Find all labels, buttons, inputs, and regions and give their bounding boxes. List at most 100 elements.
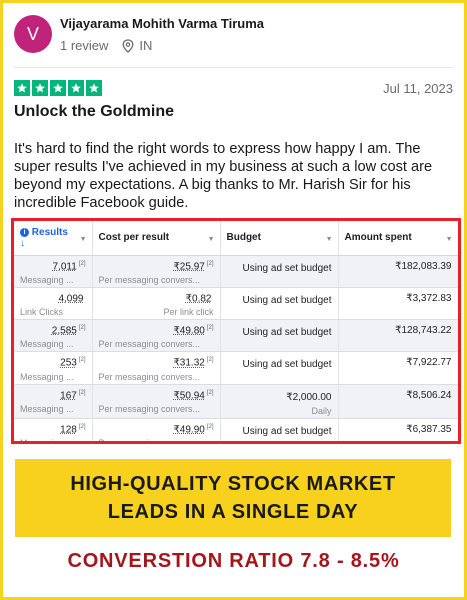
ads-results-table: i Results ↓ ▼ Cost per result ▼ Budget ▼	[14, 221, 458, 444]
location-pin-icon	[122, 38, 134, 53]
star-icon	[32, 80, 48, 96]
sort-down-icon[interactable]: ↓	[20, 238, 25, 249]
amount-spent-cell: ₹128,743.22	[338, 319, 458, 353]
banner-line-2: LEADS IN A SINGLE DAY	[107, 501, 359, 523]
amount-spent-value: ₹6,387.35	[406, 423, 452, 435]
amount-spent-value: ₹182,083.39	[395, 260, 452, 272]
star-icon	[68, 80, 84, 96]
column-header-budget[interactable]: Budget ▼	[220, 221, 339, 256]
results-value[interactable]: 7,011	[53, 261, 77, 272]
results-footnote: [2]	[78, 423, 86, 430]
results-value[interactable]: 128	[60, 424, 77, 435]
table-row[interactable]: 2,585 [2] Messaging ... ₹49.80 [2] Per messag…	[14, 319, 458, 353]
table-row[interactable]: 128 [2] Messaging ... ₹49.90 [2] Per messagin…	[14, 418, 458, 444]
conversion-ratio: CONVERSTION RATIO 7.8 - 8.5%	[67, 550, 400, 572]
chevron-down-icon[interactable]: ▼	[446, 236, 453, 243]
results-type: Messaging ...	[20, 438, 74, 444]
cost-cell: ₹50.94 [2] Per messaging convers...	[92, 384, 221, 419]
amount-spent-cell: ₹8,506.24	[338, 384, 458, 419]
budget-cell: Using ad set budget	[220, 418, 339, 441]
table-row[interactable]: 7,011 [2] Messaging ... ₹25.97 [2] Per messag…	[14, 255, 458, 288]
cost-cell: ₹49.90 [2] Per messaging convers...	[92, 418, 221, 444]
results-type: Messaging ...	[20, 371, 74, 382]
cost-value[interactable]: ₹50.94	[173, 390, 204, 401]
cost-cell: ₹49.80 [2] Per messaging convers...	[92, 319, 221, 353]
chevron-down-icon[interactable]: ▼	[326, 236, 333, 243]
results-type: Link Clicks	[20, 307, 64, 318]
cost-value[interactable]: ₹25.97	[173, 261, 204, 272]
table-row[interactable]: 4,099 Link Clicks ₹0.82 Per link click Using…	[14, 287, 458, 321]
table-header-row: i Results ↓ ▼ Cost per result ▼ Budget ▼	[14, 221, 458, 256]
review-card: V Vijayarama Mohith Varma Tiruma 1 revie…	[0, 0, 467, 600]
budget-value[interactable]: Using ad set budget	[227, 359, 332, 370]
column-header-results[interactable]: i Results ↓ ▼	[14, 221, 93, 256]
budget-cell: ₹2,000.00 Daily	[220, 384, 339, 419]
star-rating	[14, 80, 102, 96]
amount-spent-cell: ₹3,372.83	[338, 287, 458, 321]
reviewer-name[interactable]: Vijayarama Mohith Varma Tiruma	[60, 16, 264, 31]
budget-value[interactable]: ₹2,000.00	[227, 392, 331, 403]
column-label: Budget	[226, 232, 261, 244]
column-label: Cost per result	[98, 232, 170, 244]
cost-cell: ₹31.32 [2] Per messaging convers...	[92, 351, 221, 385]
results-footnote: [2]	[78, 389, 86, 396]
results-cell: 128 [2] Messaging ...	[14, 418, 93, 444]
results-cell: 7,011 [2] Messaging ...	[14, 255, 93, 288]
results-cell: 4,099 Link Clicks	[14, 287, 93, 321]
cost-footnote: [2]	[206, 325, 214, 332]
cost-type: Per link click	[163, 307, 214, 318]
results-cell: 2,585 [2] Messaging ...	[14, 319, 93, 353]
cost-footnote: [2]	[206, 357, 214, 364]
cost-type: Per messaging convers...	[98, 438, 201, 444]
star-icon	[86, 80, 102, 96]
column-header-cost[interactable]: Cost per result ▼	[92, 221, 221, 256]
cost-value[interactable]: ₹49.80	[173, 325, 204, 336]
results-value[interactable]: 2,585	[52, 325, 77, 336]
budget-value[interactable]: Using ad set budget	[227, 263, 332, 274]
avatar[interactable]: V	[14, 15, 52, 53]
amount-spent-value: ₹3,372.83	[406, 292, 452, 304]
cost-type: Per messaging convers...	[98, 274, 201, 285]
cost-type: Per messaging convers...	[98, 339, 201, 350]
headline-banner: HIGH-QUALITY STOCK MARKET LEADS IN A SIN…	[15, 459, 451, 537]
info-icon: i	[20, 227, 29, 237]
results-type: Messaging ...	[20, 339, 74, 350]
reviewer-info: Vijayarama Mohith Varma Tiruma 1 review …	[60, 15, 264, 53]
ads-results-screenshot: i Results ↓ ▼ Cost per result ▼ Budget ▼	[11, 218, 461, 444]
budget-cell: Using ad set budget	[220, 319, 339, 353]
amount-spent-cell: ₹182,083.39	[338, 255, 458, 288]
table-row[interactable]: 167 [2] Messaging ... ₹50.94 [2] Per messagin…	[14, 384, 458, 419]
cost-footnote: [2]	[206, 260, 214, 267]
results-cell: 253 [2] Messaging ...	[14, 351, 93, 385]
amount-spent-cell: ₹6,387.35	[338, 418, 458, 441]
budget-cell: Using ad set budget	[220, 287, 339, 321]
cost-value[interactable]: ₹49.90	[173, 424, 204, 435]
review-count: 1 review	[60, 38, 109, 53]
cost-type: Per messaging convers...	[98, 404, 201, 415]
star-icon	[14, 80, 30, 96]
amount-spent-value: ₹128,743.22	[395, 325, 452, 337]
cost-footnote: [2]	[206, 423, 214, 430]
budget-value[interactable]: Using ad set budget	[227, 426, 332, 437]
table-row[interactable]: 253 [2] Messaging ... ₹31.32 [2] Per messagin…	[14, 351, 458, 385]
cost-value[interactable]: ₹31.32	[173, 358, 204, 369]
results-footnote: [2]	[78, 325, 86, 332]
amount-spent-value: ₹8,506.24	[406, 389, 452, 401]
cost-value[interactable]: ₹0.82	[186, 293, 212, 304]
chevron-down-icon[interactable]: ▼	[208, 236, 215, 243]
results-value[interactable]: 4,099	[58, 293, 83, 304]
budget-value[interactable]: Using ad set budget	[227, 295, 332, 306]
budget-value[interactable]: Using ad set budget	[227, 327, 332, 338]
column-header-amount-spent[interactable]: Amount spent ▼	[338, 221, 458, 256]
results-value[interactable]: 167	[60, 390, 77, 401]
reviewer-meta: 1 review IN	[60, 38, 264, 53]
reviewer-header: V Vijayarama Mohith Varma Tiruma 1 revie…	[14, 15, 264, 53]
chevron-down-icon[interactable]: ▼	[80, 236, 87, 243]
review-date: Jul 11, 2023	[383, 81, 453, 96]
review-title: Unlock the Goldmine	[14, 103, 175, 120]
cost-cell: ₹25.97 [2] Per messaging convers...	[92, 255, 221, 288]
review-body: It's hard to find the right words to exp…	[14, 141, 433, 211]
banner-line-1: HIGH-QUALITY STOCK MARKET	[70, 473, 396, 495]
results-value[interactable]: 253	[60, 358, 77, 369]
cost-type: Per messaging convers...	[98, 371, 201, 382]
